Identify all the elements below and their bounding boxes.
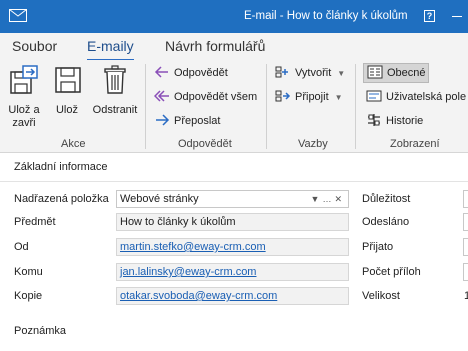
help-icon[interactable]: ? [424,10,435,22]
create-link-icon [275,66,288,78]
tab-navrh-formularu[interactable]: Návrh formulářů [165,38,265,54]
dropdown-icon[interactable]: ▼ [311,194,323,204]
ribbon-tabs: Soubor E-maily Návrh formulářů [0,33,468,61]
received-field[interactable] [463,238,468,256]
tab-soubor[interactable]: Soubor [12,38,57,54]
attachments-count-field[interactable] [463,263,468,281]
group-label-zobrazeni: Zobrazení [390,138,440,150]
parent-item-field[interactable]: Webové stránky ▼…✕ [116,190,349,208]
importance-label: Důležitost [362,193,411,205]
history-label: Historie [386,115,424,127]
reply-button[interactable]: Odpovědět [154,63,228,83]
minimize-icon[interactable] [452,16,462,17]
subject-field[interactable]: How to články k úkolům [116,213,349,231]
title-bar: E-mail - How to články k úkolům ? [0,0,468,33]
email-form: Základní informace Nadřazená položka Web… [0,153,468,351]
from-label: Od [14,241,29,253]
chevron-down-icon: ▼ [337,69,346,78]
parent-item-value: Webové stránky [120,193,199,205]
window-title: E-mail - How to články k úkolům [244,10,408,22]
custom-fields-icon [366,90,382,102]
parent-item-controls[interactable]: ▼…✕ [311,191,345,207]
custom-fields-button[interactable]: Uživatelská pole [366,87,466,107]
reply-all-button[interactable]: Odpovědět všem [154,87,257,107]
cc-link[interactable]: otakar.svoboda@eway-crm.com [120,290,277,302]
group-label-vazby: Vazby [298,138,328,150]
save-icon [55,67,81,93]
save-close-icon [10,65,38,94]
ellipsis-icon[interactable]: … [322,194,334,204]
from-field[interactable]: martin.stefko@eway-crm.com [116,238,349,256]
section-title: Základní informace [14,161,108,173]
from-link[interactable]: martin.stefko@eway-crm.com [120,241,266,253]
section-divider [0,181,468,182]
group-label-akce: Akce [61,138,86,150]
attach-button[interactable]: Připojit ▼ [275,87,343,107]
attachments-count-label: Počet příloh [362,266,421,278]
general-form-icon [367,65,383,79]
note-label: Poznámka [14,325,66,337]
subject-value: How to články k úkolům [120,216,236,228]
reply-all-icon [154,90,169,102]
forward-icon [156,114,170,126]
ribbon-separator [266,64,267,149]
reply-label: Odpovědět [174,67,228,79]
delete-button[interactable]: Odstranit [92,64,138,117]
save-label: Ulož [55,104,78,116]
reply-all-label: Odpovědět všem [174,91,258,103]
envelope-icon [9,9,27,22]
importance-field[interactable] [463,190,468,208]
create-label: Vytvořit [295,67,332,79]
sent-label: Odesláno [362,216,410,228]
delete-label: Odstranit [92,104,138,116]
group-label-odpovedet: Odpovědět [178,138,232,150]
ribbon: Ulož a zavři Ulož Odstranit Akce Odpověd… [0,60,468,153]
forward-button[interactable]: Přeposlat [154,111,220,131]
sent-field[interactable] [463,213,468,231]
trash-icon [104,65,126,94]
ribbon-separator [145,64,146,149]
attach-link-icon [275,90,291,102]
received-label: Přijato [362,241,394,253]
ribbon-separator [355,64,356,149]
tab-e-maily[interactable]: E-maily [87,38,134,61]
clear-icon[interactable]: ✕ [334,194,345,204]
chevron-down-icon: ▼ [334,93,343,102]
custom-fields-label: Uživatelská pole [386,91,467,103]
save-and-close-button[interactable]: Ulož a zavři [6,64,42,130]
general-view-button[interactable]: Obecné [363,63,429,83]
save-and-close-label: Ulož a zavři [8,104,40,129]
size-label: Velikost [362,290,400,302]
to-link[interactable]: jan.lalinsky@eway-crm.com [120,266,256,278]
attach-label: Připojit [295,91,329,103]
cc-field[interactable]: otakar.svoboda@eway-crm.com [116,287,349,305]
to-label: Komu [14,266,43,278]
general-view-label: Obecné [387,67,426,79]
size-value: 1 [464,290,468,302]
parent-item-label: Nadřazená položka [14,193,109,205]
create-button[interactable]: Vytvořit ▼ [275,63,345,83]
cc-label: Kopie [14,290,43,302]
to-field[interactable]: jan.lalinsky@eway-crm.com [116,263,349,281]
history-icon [368,114,380,127]
subject-label: Předmět [14,216,56,228]
history-button[interactable]: Historie [366,111,423,131]
forward-label: Přeposlat [174,115,221,127]
save-button[interactable]: Ulož [52,64,82,117]
reply-icon [154,66,168,78]
